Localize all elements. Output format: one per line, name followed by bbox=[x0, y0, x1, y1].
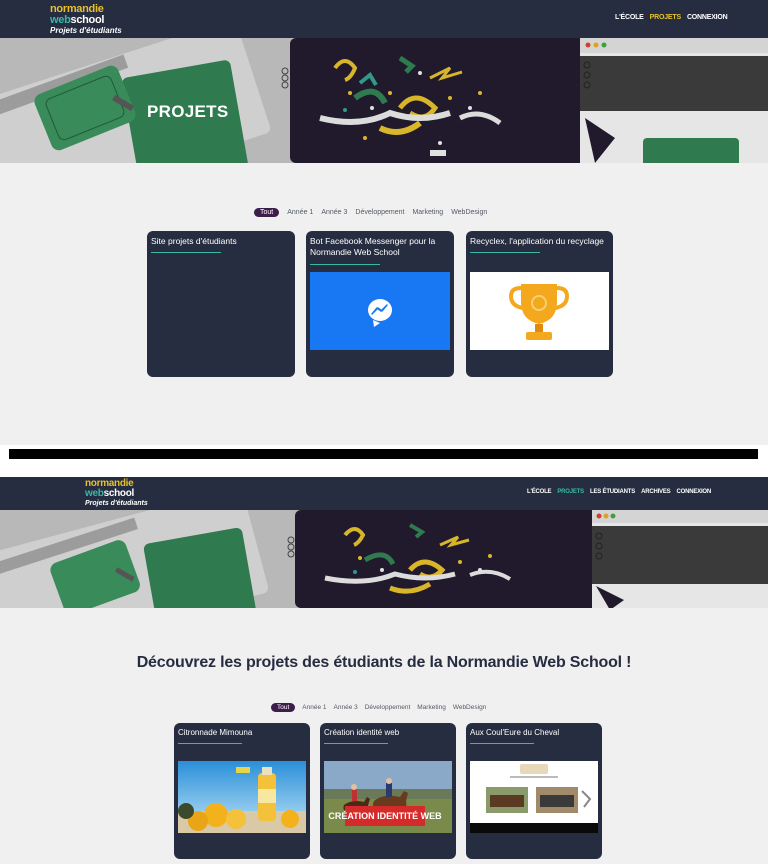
project-card[interactable]: Citronnade Mimouna bbox=[174, 723, 310, 859]
project-filters: Tout Année 1 Année 3 Développement Marke… bbox=[254, 208, 487, 217]
page-heading: Découvrez les projets des étudiants de l… bbox=[136, 654, 632, 671]
logo-tagline: Projets d'étudiants bbox=[50, 26, 122, 35]
project-card-title: Création identité web bbox=[324, 728, 400, 737]
page-title: PROJETS bbox=[147, 102, 229, 121]
nav-link-connexion[interactable]: CONNEXION bbox=[687, 14, 728, 21]
filter-webdesign[interactable]: WebDesign bbox=[453, 704, 486, 711]
project-card-image bbox=[310, 272, 450, 350]
nav-link-ecole[interactable]: L'ÉCOLE bbox=[527, 489, 552, 495]
project-card[interactable]: Site projets d'étudiants bbox=[147, 231, 295, 377]
screenshot-projects-new: normandie webschool Projets d'étudiants … bbox=[0, 477, 768, 864]
lemonade-photo bbox=[178, 761, 306, 833]
project-card[interactable]: Aux Coul'Eure du Cheval bbox=[466, 723, 602, 859]
filter-tout[interactable]: Tout bbox=[254, 208, 280, 217]
project-card-title: Recyclex, l'application du recyclage bbox=[470, 236, 604, 246]
nav-link-archives[interactable]: ARCHIVES bbox=[641, 489, 671, 495]
top-navbar: normandie webschool Projets d'étudiants … bbox=[0, 0, 768, 38]
filter-developpement[interactable]: Développement bbox=[355, 209, 404, 216]
project-card-image bbox=[178, 761, 306, 833]
title-underline bbox=[178, 743, 242, 744]
title-underline bbox=[310, 264, 380, 265]
filter-marketing[interactable]: Marketing bbox=[417, 704, 446, 711]
filter-developpement[interactable]: Développement bbox=[365, 704, 411, 711]
nav-link-etudiants[interactable]: LES ÉTUDIANTS bbox=[590, 489, 635, 495]
site-logo[interactable]: normandie webschool Projets d'étudiants bbox=[85, 479, 148, 508]
project-card-image bbox=[470, 761, 598, 833]
project-card-title: Citronnade Mimouna bbox=[178, 728, 253, 737]
filter-annee-1[interactable]: Année 1 bbox=[287, 209, 313, 216]
title-underline bbox=[470, 743, 534, 744]
messenger-icon bbox=[368, 299, 392, 327]
logo-tagline: Projets d'étudiants bbox=[85, 500, 148, 507]
hero-banner: PROJETS bbox=[0, 38, 768, 163]
filter-marketing[interactable]: Marketing bbox=[412, 209, 443, 216]
project-card-title: Aux Coul'Eure du Cheval bbox=[470, 728, 560, 737]
horse-riding-photo: CRÉATION IDENTITÉ WEB bbox=[324, 761, 452, 833]
logo-line-webschool: webschool bbox=[85, 488, 134, 499]
project-card-image: CRÉATION IDENTITÉ WEB bbox=[324, 761, 452, 833]
project-filters: Tout Année 1 Année 3 Développement Marke… bbox=[271, 703, 486, 712]
site-logo[interactable]: normandie webschool Projets d'étudiants bbox=[50, 4, 122, 35]
project-card[interactable]: Création identité web CRÉATION IDENTITÉ … bbox=[320, 723, 456, 859]
project-card-title: Bot Facebook Messenger pour la Normandie… bbox=[310, 236, 436, 257]
screenshot-divider bbox=[9, 449, 758, 459]
filter-annee-3[interactable]: Année 3 bbox=[321, 209, 347, 216]
main-nav: L'ÉCOLE PROJETS CONNEXION bbox=[615, 14, 728, 21]
hero-illustration bbox=[0, 38, 768, 163]
nav-link-projets[interactable]: PROJETS bbox=[557, 489, 584, 495]
hero-illustration bbox=[0, 510, 768, 608]
hero-banner bbox=[0, 510, 768, 608]
filter-annee-1[interactable]: Année 1 bbox=[302, 704, 326, 711]
filter-annee-3[interactable]: Année 3 bbox=[334, 704, 358, 711]
nav-link-projets[interactable]: PROJETS bbox=[650, 14, 681, 21]
main-nav: L'ÉCOLE PROJETS LES ÉTUDIANTS ARCHIVES C… bbox=[527, 489, 711, 495]
website-screenshot bbox=[470, 761, 598, 833]
filter-tout[interactable]: Tout bbox=[271, 703, 296, 712]
nav-link-connexion[interactable]: CONNEXION bbox=[676, 489, 711, 495]
project-card-image bbox=[470, 272, 609, 350]
project-card-title: Site projets d'étudiants bbox=[151, 236, 237, 246]
nav-link-ecole[interactable]: L'ÉCOLE bbox=[615, 14, 644, 21]
logo-line-webschool: webschool bbox=[50, 14, 105, 26]
top-navbar: normandie webschool Projets d'étudiants … bbox=[0, 477, 768, 510]
screenshot-projects-old: normandie webschool Projets d'étudiants … bbox=[0, 0, 768, 445]
project-card[interactable]: Recyclex, l'application du recyclage bbox=[466, 231, 613, 377]
title-underline bbox=[151, 252, 221, 253]
title-underline bbox=[324, 743, 388, 744]
project-card[interactable]: Bot Facebook Messenger pour la Normandie… bbox=[306, 231, 454, 377]
trophy-icon bbox=[508, 284, 570, 340]
project-banner-text: CRÉATION IDENTITÉ WEB bbox=[328, 811, 442, 821]
filter-webdesign[interactable]: WebDesign bbox=[451, 209, 487, 216]
title-underline bbox=[470, 252, 540, 253]
